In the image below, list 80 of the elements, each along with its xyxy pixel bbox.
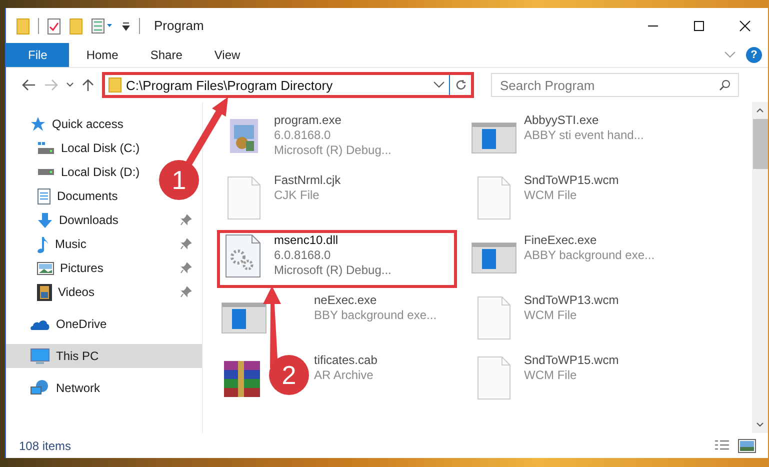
navigation-item[interactable]: OneDrive bbox=[6, 312, 111, 336]
navigation-item[interactable]: Music bbox=[6, 232, 202, 256]
item-count: 108 items bbox=[19, 438, 72, 452]
checklist-icon bbox=[47, 16, 61, 34]
arrow-up-icon bbox=[82, 78, 94, 92]
navigation-item[interactable]: Downloads bbox=[6, 208, 202, 232]
refresh-icon bbox=[454, 79, 466, 91]
cloud-icon bbox=[30, 318, 50, 330]
scroll-thumb[interactable] bbox=[752, 119, 768, 169]
navigation-item[interactable]: Documents bbox=[6, 184, 122, 208]
large-icons-view-button[interactable] bbox=[738, 438, 756, 452]
navigation-item[interactable]: Local Disk (C:) bbox=[6, 136, 144, 160]
file-name: SndToWP15.wcm bbox=[524, 173, 619, 188]
music-note-icon bbox=[37, 236, 49, 252]
arrow-right-icon bbox=[44, 79, 58, 91]
step-number: 2 bbox=[269, 355, 309, 395]
search-field[interactable]: Search Program bbox=[491, 73, 739, 97]
highlighted-file-tile[interactable]: msenc10.dll 6.0.8168.0 Microsoft (R) Debug... bbox=[217, 230, 457, 288]
file-name: SndToWP13.wcm bbox=[524, 293, 619, 308]
navigation-item[interactable]: Local Disk (D:) bbox=[6, 160, 144, 184]
file-detail: Microsoft (R) Debug... bbox=[274, 263, 392, 278]
ribbon-tab[interactable]: Home bbox=[75, 43, 130, 67]
file-name: neExec.exe bbox=[314, 293, 377, 308]
file-detail: Microsoft (R) Debug... bbox=[274, 143, 392, 158]
film-icon bbox=[37, 284, 52, 300]
navigation-item[interactable]: Network bbox=[6, 376, 104, 400]
file-detail: ABBY background exe... bbox=[524, 248, 655, 263]
window-title: Program bbox=[154, 18, 204, 33]
monitor-icon bbox=[30, 348, 50, 364]
ribbon-tab[interactable]: Share bbox=[139, 43, 194, 67]
drive-icon bbox=[37, 141, 55, 155]
file-detail: WCM File bbox=[524, 188, 577, 203]
chevron-up-icon bbox=[756, 108, 764, 113]
file-detail: BBY background exe... bbox=[314, 308, 437, 323]
picture-icon bbox=[738, 438, 756, 452]
file-name: program.exe bbox=[274, 113, 342, 128]
address-bar[interactable]: C:\Program Files\Program Directory bbox=[102, 72, 474, 98]
chevron-down-icon bbox=[433, 81, 445, 89]
arrow-left-icon bbox=[22, 79, 36, 91]
ribbon-tab[interactable]: View bbox=[203, 43, 252, 67]
scrollbar[interactable] bbox=[752, 102, 768, 433]
caret-icon bbox=[121, 20, 131, 30]
file-detail: 6.0.8168.0 bbox=[274, 128, 331, 143]
list-icon bbox=[714, 438, 730, 452]
file-detail: CJK File bbox=[274, 188, 320, 203]
file-detail: WCM File bbox=[524, 308, 577, 323]
chevron-down-icon bbox=[66, 82, 74, 88]
file-name: tificates.cab bbox=[314, 353, 378, 368]
file-detail: ABBY sti event hand... bbox=[524, 128, 644, 143]
star-icon bbox=[30, 116, 46, 132]
file-name: FastNrml.cjk bbox=[274, 173, 341, 188]
properties-icon bbox=[91, 18, 113, 34]
file-name: msenc10.dll bbox=[274, 233, 338, 248]
drive-icon bbox=[37, 168, 55, 176]
navigation-item[interactable]: Quick access bbox=[6, 112, 128, 136]
file-detail: 6.0.8168.0 bbox=[274, 248, 331, 263]
details-view-button[interactable] bbox=[714, 438, 730, 452]
folder-icon bbox=[108, 77, 122, 93]
folder-icon bbox=[69, 16, 83, 34]
file-name: SndToWP15.wcm bbox=[524, 353, 619, 368]
chevron-down-icon bbox=[756, 422, 764, 427]
search-icon bbox=[719, 79, 731, 91]
file-name: AbbyySTI.exe bbox=[524, 113, 599, 128]
file-detail: WCM File bbox=[524, 368, 577, 383]
download-icon bbox=[37, 212, 53, 228]
step-number: 1 bbox=[159, 160, 199, 200]
file-menu-button[interactable]: File bbox=[6, 43, 70, 67]
maximize-icon bbox=[693, 20, 705, 32]
folder-icon bbox=[16, 16, 30, 34]
help-button[interactable]: ? bbox=[746, 47, 762, 63]
file-name: FineExec.exe bbox=[524, 233, 597, 248]
chevron-down-icon bbox=[724, 51, 736, 59]
document-icon bbox=[37, 188, 51, 204]
close-icon bbox=[739, 20, 751, 32]
navigation-item[interactable]: This PC bbox=[6, 344, 202, 368]
navigation-item[interactable]: Pictures bbox=[6, 256, 202, 280]
file-detail: AR Archive bbox=[314, 368, 374, 383]
network-icon bbox=[30, 379, 50, 397]
picture-icon bbox=[37, 262, 54, 274]
navigation-item[interactable]: Videos bbox=[6, 280, 202, 304]
